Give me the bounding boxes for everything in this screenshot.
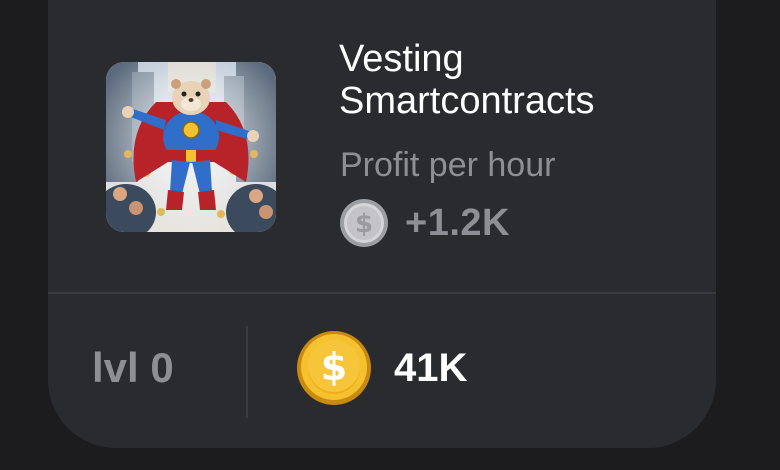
card-title: Vesting Smartcontracts (339, 38, 595, 122)
level-label: lvl 0 (92, 344, 174, 391)
svg-text:$: $ (355, 209, 373, 239)
card-image (106, 62, 276, 232)
upgrade-card[interactable]: Vesting Smartcontracts Profit per hour $… (48, 0, 716, 448)
upgrade-price[interactable]: $ 41K (296, 330, 467, 406)
gold-coin-icon: $ (296, 330, 372, 406)
upgrade-price-value: 41K (394, 345, 468, 390)
profit-per-hour: $ +1.2K (339, 198, 510, 248)
silver-coin-icon: $ (339, 198, 389, 248)
profit-per-hour-value: +1.2K (405, 201, 510, 244)
svg-text:$: $ (321, 345, 347, 389)
horizontal-divider (48, 292, 716, 294)
vertical-divider (246, 326, 248, 418)
profit-per-hour-label: Profit per hour (340, 146, 556, 184)
